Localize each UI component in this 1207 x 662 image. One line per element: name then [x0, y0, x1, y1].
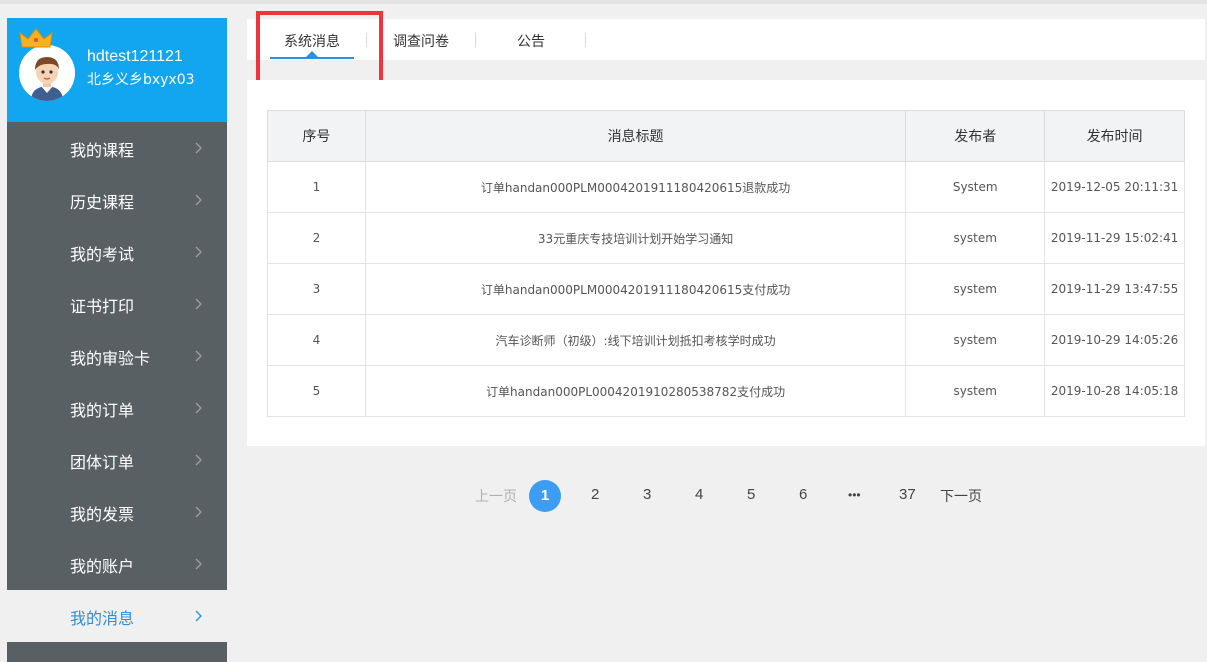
- table-header-row: 序号 消息标题 发布者 发布时间: [267, 110, 1185, 162]
- messages-table: 序号 消息标题 发布者 发布时间 1 订单handan000PLM0004201…: [267, 110, 1185, 417]
- table-row[interactable]: 3 订单handan000PLM0004201911180420615支付成功 …: [267, 263, 1185, 315]
- cell-index: 2: [267, 212, 366, 264]
- cell-time: 2019-11-29 15:02:41: [1044, 212, 1185, 264]
- cell-index: 5: [267, 365, 366, 417]
- cell-message-title[interactable]: 汽车诊断师（初级）:线下培训计划抵扣考核学时成功: [364, 314, 907, 366]
- page-button[interactable]: 2: [591, 486, 599, 503]
- sidebar-item-label: 团体订单: [70, 453, 135, 472]
- cell-index: 4: [267, 314, 366, 366]
- sidebar-item-label: 我的账户: [70, 557, 135, 576]
- chevron-right-icon: [195, 246, 202, 258]
- cell-index: 3: [267, 263, 366, 315]
- table-row[interactable]: 4 汽车诊断师（初级）:线下培训计划抵扣考核学时成功 system 2019-1…: [267, 314, 1185, 366]
- tab-divider: [475, 33, 476, 47]
- sidebar-item-label: 证书打印: [70, 297, 135, 316]
- avatar-icon: [19, 45, 75, 101]
- cell-publisher: system: [905, 365, 1046, 417]
- page-button[interactable]: 3: [643, 486, 651, 503]
- tab-announcements[interactable]: 公告: [517, 31, 545, 51]
- messages-panel: 序号 消息标题 发布者 发布时间 1 订单handan000PLM0004201…: [247, 80, 1205, 446]
- chevron-right-icon: [195, 194, 202, 206]
- sidebar-item-group-orders[interactable]: 团体订单: [7, 434, 227, 486]
- chevron-right-icon: [195, 610, 202, 622]
- sidebar-item-label: 历史课程: [70, 193, 135, 212]
- column-header-index: 序号: [267, 110, 366, 162]
- top-border: [0, 0, 1207, 4]
- chevron-right-icon: [195, 142, 202, 154]
- sidebar-item-my-exams[interactable]: 我的考试: [7, 226, 227, 278]
- crown-icon: [19, 28, 53, 48]
- cell-message-title[interactable]: 订单handan000PLM0004201911180420615退款成功: [364, 161, 907, 213]
- cell-time: 2019-10-28 14:05:18: [1044, 365, 1185, 417]
- cell-time: 2019-10-29 14:05:26: [1044, 314, 1185, 366]
- page-button[interactable]: 5: [747, 486, 755, 503]
- sidebar-item-inspection-card[interactable]: 我的审验卡: [7, 330, 227, 382]
- table-row[interactable]: 2 33元重庆专技培训计划开始学习通知 system 2019-11-29 15…: [267, 212, 1185, 264]
- page-button-last[interactable]: 37: [899, 486, 916, 503]
- page-button[interactable]: 4: [695, 486, 703, 503]
- sidebar-item-label: 我的消息: [70, 609, 135, 628]
- chevron-right-icon: [195, 558, 202, 570]
- sidebar-item-label: 我的审验卡: [70, 349, 151, 368]
- column-header-publisher: 发布者: [905, 110, 1046, 162]
- chevron-right-icon: [195, 298, 202, 310]
- cell-publisher: system: [905, 263, 1046, 315]
- cell-index: 1: [267, 161, 366, 213]
- chevron-right-icon: [195, 454, 202, 466]
- column-header-time: 发布时间: [1044, 110, 1185, 162]
- avatar[interactable]: [19, 45, 75, 101]
- page-ellipsis: •••: [848, 488, 861, 502]
- tab-surveys[interactable]: 调查问卷: [393, 31, 449, 51]
- sidebar-item-my-courses[interactable]: 我的课程: [7, 122, 227, 174]
- cell-message-title[interactable]: 订单handan000PLM0004201911180420615支付成功: [364, 263, 907, 315]
- user-organization: 北乡义乡bxyx03: [87, 72, 195, 88]
- cell-publisher: system: [905, 212, 1046, 264]
- sidebar-item-label: 我的课程: [70, 141, 135, 160]
- chevron-right-icon: [195, 350, 202, 362]
- cell-time: 2019-12-05 20:11:31: [1044, 161, 1185, 213]
- sidebar-item-certificate-print[interactable]: 证书打印: [7, 278, 227, 330]
- page-button-current[interactable]: 1: [529, 480, 561, 512]
- tab-divider: [585, 33, 586, 47]
- sidebar-item-my-account[interactable]: 我的账户: [7, 538, 227, 590]
- sidebar-item-my-messages[interactable]: 我的消息: [7, 590, 227, 642]
- username: hdtest121121: [87, 48, 183, 65]
- message-tabs: 系统消息 调查问卷 公告: [247, 19, 1205, 60]
- cell-publisher: system: [905, 314, 1046, 366]
- sidebar-item-my-orders[interactable]: 我的订单: [7, 382, 227, 434]
- sidebar-item-history-courses[interactable]: 历史课程: [7, 174, 227, 226]
- cell-time: 2019-11-29 13:47:55: [1044, 263, 1185, 315]
- pagination: 上一页 1 2 3 4 5 6 ••• 37 下一页: [0, 480, 1207, 512]
- next-page-button[interactable]: 下一页: [940, 486, 982, 506]
- prev-page-button[interactable]: 上一页: [475, 486, 517, 506]
- column-header-title: 消息标题: [364, 110, 907, 162]
- sidebar: hdtest121121 北乡义乡bxyx03 我的课程 历史课程 我的考试 证…: [7, 18, 227, 662]
- page-button[interactable]: 6: [799, 486, 807, 503]
- table-row[interactable]: 5 订单handan000PL0004201910280538782支付成功 s…: [267, 365, 1185, 417]
- profile-panel: hdtest121121 北乡义乡bxyx03: [7, 18, 227, 122]
- cell-publisher: System: [905, 161, 1046, 213]
- sidebar-item-label: 我的考试: [70, 245, 135, 264]
- cell-message-title[interactable]: 33元重庆专技培训计划开始学习通知: [364, 212, 907, 264]
- sidebar-menu: 我的课程 历史课程 我的考试 证书打印 我的审验卡 我的订单 团体订单 我的发票…: [7, 122, 227, 642]
- cell-message-title[interactable]: 订单handan000PL0004201910280538782支付成功: [364, 365, 907, 417]
- table-row[interactable]: 1 订单handan000PLM0004201911180420615退款成功 …: [267, 161, 1185, 213]
- sidebar-item-label: 我的订单: [70, 401, 135, 420]
- chevron-right-icon: [195, 402, 202, 414]
